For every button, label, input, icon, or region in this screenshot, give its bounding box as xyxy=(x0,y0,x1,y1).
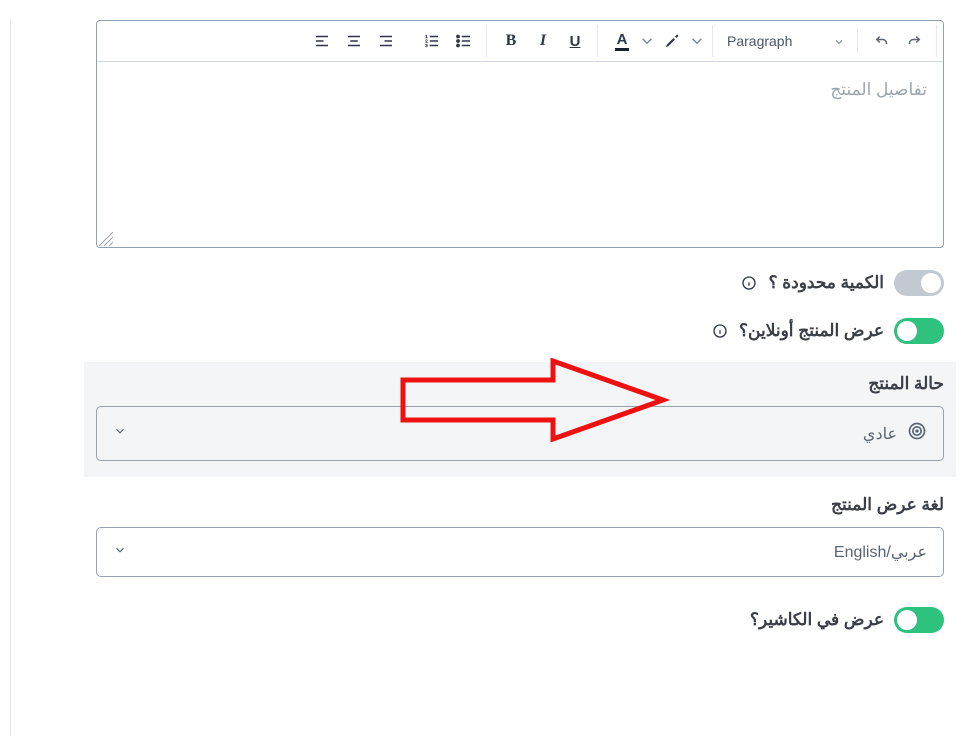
align-center-button[interactable] xyxy=(338,25,370,57)
bold-button[interactable]: B xyxy=(495,25,527,57)
product-status-title: حالة المنتج xyxy=(96,374,944,394)
show-online-row: عرض المنتج أونلاين؟ xyxy=(96,318,944,344)
italic-button[interactable]: I xyxy=(527,25,559,57)
limited-qty-label: الكمية محدودة ؟ xyxy=(768,273,884,293)
product-language-title: لغة عرض المنتج xyxy=(96,495,944,515)
product-status-value: عادي xyxy=(863,424,897,444)
ordered-list-button[interactable]: 123 xyxy=(416,25,448,57)
sidebar-divider xyxy=(10,20,11,736)
paragraph-style-select[interactable]: Paragraph xyxy=(721,29,851,53)
show-cashier-row: عرض في الكاشير؟ xyxy=(96,607,944,633)
resize-handle[interactable] xyxy=(99,231,113,245)
highlight-dropdown[interactable] xyxy=(688,25,706,57)
editor-content-area[interactable]: تفاصيل المنتج xyxy=(97,62,943,247)
info-icon[interactable] xyxy=(711,322,729,340)
chevron-down-icon xyxy=(833,35,845,47)
text-color-button[interactable]: A xyxy=(606,25,638,57)
product-status-section: حالة المنتج عادي xyxy=(84,362,956,477)
chevron-down-icon xyxy=(113,424,127,443)
align-right-button[interactable] xyxy=(370,25,402,57)
product-language-section: لغة عرض المنتج عربي/English xyxy=(96,495,944,577)
chevron-down-icon xyxy=(113,543,127,562)
limited-qty-row: الكمية محدودة ؟ xyxy=(96,270,944,296)
info-icon[interactable] xyxy=(740,274,758,292)
undo-button[interactable] xyxy=(866,25,898,57)
editor-toolbar: Paragraph A xyxy=(97,21,943,62)
align-left-button[interactable] xyxy=(306,25,338,57)
product-status-select[interactable]: عادي xyxy=(96,406,944,461)
paragraph-style-label: Paragraph xyxy=(727,33,833,49)
redo-button[interactable] xyxy=(898,25,930,57)
product-language-value: عربي/English xyxy=(834,542,927,562)
show-cashier-label: عرض في الكاشير؟ xyxy=(750,610,884,630)
show-online-label: عرض المنتج أونلاين؟ xyxy=(739,321,884,341)
underline-button[interactable]: U xyxy=(559,25,591,57)
text-color-dropdown[interactable] xyxy=(638,25,656,57)
highlight-button[interactable] xyxy=(656,25,688,57)
product-language-select[interactable]: عربي/English xyxy=(96,527,944,577)
editor-placeholder: تفاصيل المنتج xyxy=(830,80,927,99)
target-icon xyxy=(907,421,927,446)
show-online-toggle[interactable] xyxy=(894,318,944,344)
unordered-list-button[interactable] xyxy=(448,25,480,57)
show-cashier-toggle[interactable] xyxy=(894,607,944,633)
rich-text-editor: Paragraph A xyxy=(96,20,944,248)
limited-qty-toggle[interactable] xyxy=(894,270,944,296)
svg-text:3: 3 xyxy=(425,43,428,48)
